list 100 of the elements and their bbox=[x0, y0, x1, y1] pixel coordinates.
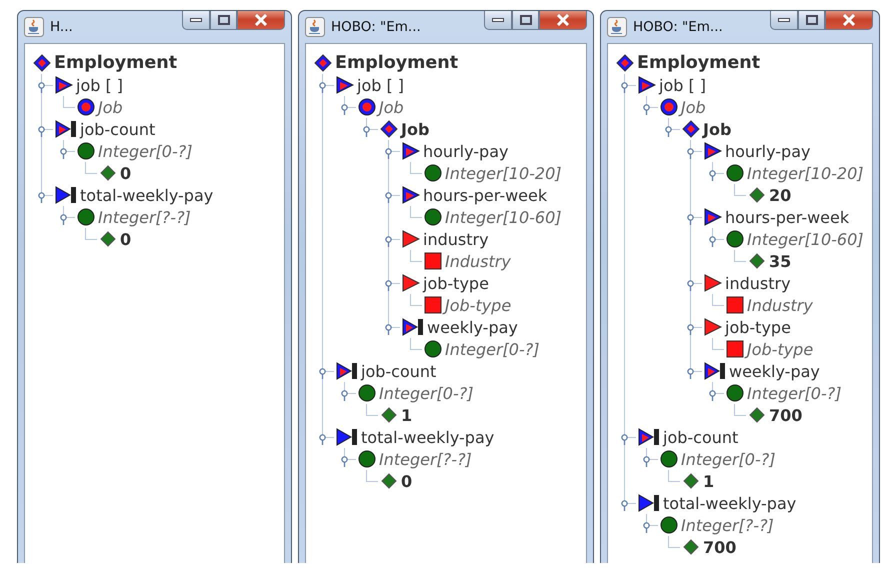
tree-node-label[interactable]: job [ ] bbox=[76, 76, 124, 94]
tree-node-label[interactable]: Integer[10-60] bbox=[445, 208, 562, 226]
tree-node-label[interactable]: weekly-pay bbox=[729, 362, 820, 380]
tree-node-label[interactable]: weekly-pay bbox=[427, 318, 518, 336]
tree-node-label[interactable]: 700 bbox=[769, 406, 802, 424]
tree-node-label[interactable]: total-weekly-pay bbox=[663, 494, 796, 512]
tree-handle-icon[interactable] bbox=[687, 368, 695, 379]
tree-node-label[interactable]: job-type bbox=[725, 318, 791, 336]
window-title: HOBO: "Em... bbox=[331, 19, 422, 35]
tree-node-label[interactable]: hourly-pay bbox=[423, 142, 508, 160]
tree-node-label[interactable]: Job bbox=[379, 98, 404, 116]
tree-node-label[interactable]: Employment bbox=[637, 53, 760, 73]
tree-handle-icon[interactable] bbox=[385, 236, 393, 247]
tree-node-label[interactable]: hours-per-week bbox=[423, 186, 548, 204]
tree-node-label[interactable]: job-count bbox=[361, 362, 436, 380]
maximize-button[interactable] bbox=[798, 11, 825, 30]
tree-node-label[interactable]: Industry bbox=[445, 252, 511, 270]
tree-node-label[interactable]: job-count bbox=[663, 428, 738, 446]
tree-handle-icon[interactable] bbox=[341, 456, 349, 467]
tree-node-label[interactable]: 0 bbox=[120, 164, 132, 182]
tree-node-label[interactable]: job-type bbox=[423, 274, 489, 292]
tree-handle-icon[interactable] bbox=[621, 82, 629, 93]
tree-node-label[interactable]: Job bbox=[98, 98, 123, 116]
tree-node-label[interactable]: Integer[10-20] bbox=[747, 164, 864, 182]
tree-handle-icon[interactable] bbox=[341, 390, 349, 401]
tree-node-label[interactable]: 1 bbox=[703, 472, 714, 490]
minimize-button[interactable] bbox=[484, 11, 512, 30]
maximize-button[interactable] bbox=[210, 11, 237, 30]
tree-node-label[interactable]: 0 bbox=[120, 230, 132, 248]
tree-node-label[interactable]: Integer[0-?] bbox=[445, 340, 540, 358]
tree-node-label[interactable]: industry bbox=[725, 274, 791, 292]
tree-handle-icon[interactable] bbox=[319, 368, 327, 379]
tree-node-label[interactable]: 1 bbox=[401, 406, 412, 424]
tree-handle-icon[interactable] bbox=[621, 500, 629, 511]
close-button[interactable] bbox=[237, 11, 285, 30]
tree-node-label[interactable]: 35 bbox=[769, 252, 792, 270]
tree-node-label[interactable]: industry bbox=[423, 230, 489, 248]
circle-icon bbox=[660, 516, 678, 534]
tree-handle-icon[interactable] bbox=[38, 82, 46, 93]
tree-handle-icon[interactable] bbox=[687, 280, 695, 291]
tree-handle-icon[interactable] bbox=[60, 148, 68, 159]
minimize-button[interactable] bbox=[770, 11, 798, 30]
tree-node-label[interactable]: 700 bbox=[703, 538, 736, 556]
tree-handle-icon[interactable] bbox=[709, 236, 717, 247]
tree-node-label[interactable]: Integer[10-20] bbox=[445, 164, 562, 182]
diamond-icon bbox=[314, 54, 332, 72]
tree-handle-icon[interactable] bbox=[687, 214, 695, 225]
tree-handle-icon[interactable] bbox=[709, 170, 717, 181]
tree-node-label[interactable]: Integer[10-60] bbox=[747, 230, 864, 248]
square-icon bbox=[424, 252, 442, 270]
tree-handle-icon[interactable] bbox=[341, 104, 349, 115]
tree-handle-icon[interactable] bbox=[319, 434, 327, 445]
tree-node-label[interactable]: Job bbox=[703, 120, 732, 138]
tree-handle-icon[interactable] bbox=[363, 126, 371, 137]
tree-handle-icon[interactable] bbox=[319, 82, 327, 93]
tree-node-label[interactable]: Integer[0-?] bbox=[681, 450, 776, 468]
minimize-button[interactable] bbox=[182, 11, 210, 30]
tree-node-label[interactable]: 20 bbox=[769, 186, 792, 204]
tree-node-label[interactable]: Integer[0-?] bbox=[747, 384, 842, 402]
tree-node-label[interactable]: Integer[0-?] bbox=[98, 142, 192, 160]
tree-handle-icon[interactable] bbox=[38, 192, 46, 203]
tree-node-label[interactable]: Employment bbox=[54, 53, 178, 73]
tree-handle-icon[interactable] bbox=[385, 324, 393, 335]
tree-node-label[interactable]: Job-type bbox=[747, 340, 814, 358]
tree-handle-icon[interactable] bbox=[709, 390, 717, 401]
tree-node-label[interactable]: 0 bbox=[401, 472, 412, 490]
tree-node-label[interactable]: job [ ] bbox=[659, 76, 706, 94]
close-button[interactable] bbox=[825, 11, 873, 30]
tree-node-label[interactable]: Industry bbox=[747, 296, 813, 314]
tree-node-label[interactable]: Employment bbox=[335, 53, 458, 73]
tree-node-label[interactable]: job [ ] bbox=[357, 76, 404, 94]
tree-node-label[interactable]: Integer[?-?] bbox=[681, 516, 774, 534]
tree-handle-icon[interactable] bbox=[621, 434, 629, 445]
tree-handle-icon[interactable] bbox=[643, 104, 651, 115]
tree-node-label[interactable]: hours-per-week bbox=[725, 208, 850, 226]
tree-handle-icon[interactable] bbox=[687, 324, 695, 335]
tree-node-label[interactable]: Integer[0-?] bbox=[379, 384, 474, 402]
minimize-icon bbox=[778, 18, 790, 22]
tree-handle-icon[interactable] bbox=[687, 148, 695, 159]
tree-handle-icon[interactable] bbox=[643, 456, 651, 467]
maximize-icon bbox=[806, 14, 818, 24]
tree-node-label[interactable]: Job bbox=[401, 120, 430, 138]
tree-node-label[interactable]: Job-type bbox=[445, 296, 512, 314]
close-button[interactable] bbox=[539, 11, 587, 30]
tree-handle-icon[interactable] bbox=[38, 126, 46, 137]
maximize-button[interactable] bbox=[512, 11, 539, 30]
tree-handle-icon[interactable] bbox=[665, 126, 673, 137]
tree-node-label[interactable]: Job bbox=[681, 98, 706, 116]
tree-node-label[interactable]: hourly-pay bbox=[725, 142, 810, 160]
tree-handle-icon[interactable] bbox=[385, 148, 393, 159]
tree-node-label[interactable]: total-weekly-pay bbox=[361, 428, 494, 446]
tree-node-label[interactable]: job-count bbox=[80, 120, 156, 138]
tree-handle-icon[interactable] bbox=[60, 214, 68, 225]
tree-node-label[interactable]: Integer[?-?] bbox=[98, 208, 191, 226]
triangle-bar-icon bbox=[336, 362, 358, 380]
tree-handle-icon[interactable] bbox=[385, 280, 393, 291]
tree-handle-icon[interactable] bbox=[385, 192, 393, 203]
tree-node-label[interactable]: Integer[?-?] bbox=[379, 450, 472, 468]
tree-handle-icon[interactable] bbox=[643, 522, 651, 533]
tree-node-label[interactable]: total-weekly-pay bbox=[80, 186, 214, 204]
